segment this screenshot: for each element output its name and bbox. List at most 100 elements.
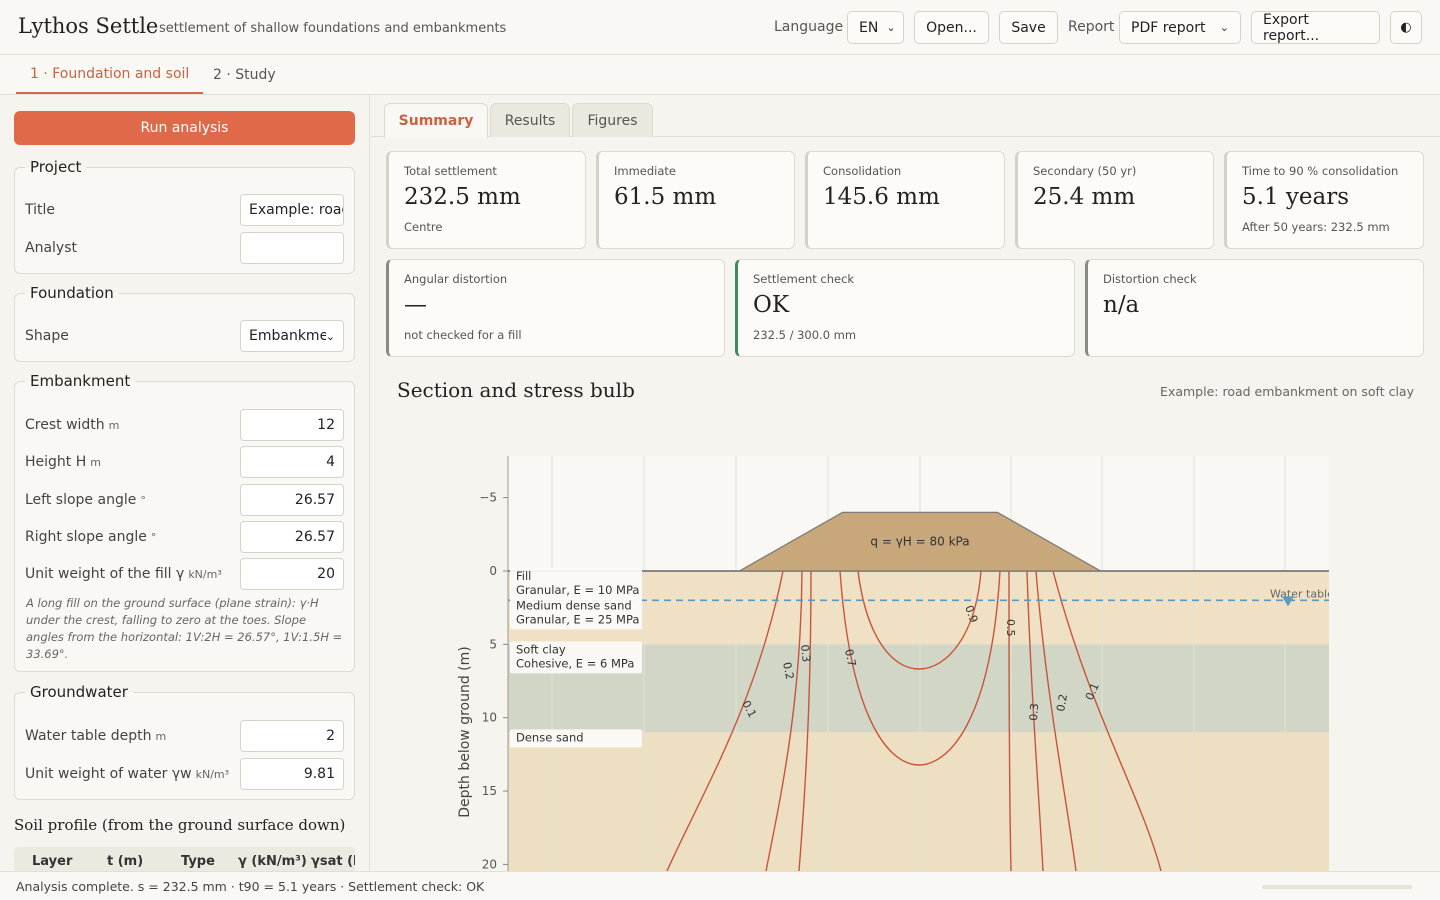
project-legend: Project bbox=[30, 158, 82, 176]
layer-label-text: Medium dense sand bbox=[516, 598, 632, 612]
layer-label-text: Soft clay bbox=[516, 642, 566, 656]
status-bar: Analysis complete. s = 232.5 mm · t90 = … bbox=[0, 871, 1440, 900]
export-report-button[interactable]: Export report... bbox=[1251, 11, 1380, 44]
y-tick-label: −5 bbox=[479, 491, 497, 505]
app-title: Lythos Settle bbox=[18, 14, 159, 38]
fill-unit-weight-unit: kN/m³ bbox=[188, 567, 222, 581]
layer-label-text: Dense sand bbox=[516, 730, 584, 744]
report-value: PDF report bbox=[1131, 19, 1206, 36]
left-slope-label: Left slope angle bbox=[25, 492, 137, 508]
height-input[interactable]: 4 bbox=[240, 446, 344, 478]
shape-label: Shape bbox=[25, 328, 69, 344]
top-tabs: 1 · Foundation and soil 2 · Study bbox=[0, 55, 1440, 95]
progress-fill bbox=[1262, 885, 1412, 889]
crest-width-input[interactable]: 12 bbox=[240, 409, 344, 441]
water-unit-weight-row: Unit weight of water γw kN/m³ 9.81 bbox=[25, 758, 344, 790]
progress-bar bbox=[1262, 885, 1412, 889]
contrast-icon: ◐ bbox=[1400, 20, 1412, 35]
language-value: EN bbox=[859, 19, 879, 36]
layer-label-text: Cohesive, E = 6 MPa bbox=[516, 656, 634, 670]
fill-unit-weight-label: Unit weight of the fill γ bbox=[25, 566, 185, 582]
water-unit-weight-unit: kN/m³ bbox=[195, 767, 230, 781]
section-stress-bulb-chart: 0.1 0.2 0.3 0.7 0.9 0.5 0.3 0.2 0.1 Wate… bbox=[457, 456, 1334, 871]
water-table-label: Water table bbox=[1270, 587, 1334, 600]
analyst-label: Analyst bbox=[25, 240, 77, 256]
shape-row: Shape Embankment ⌄ bbox=[25, 320, 344, 352]
embankment-legend: Embankment bbox=[30, 372, 131, 390]
analyst-row: Analyst bbox=[25, 232, 344, 264]
crest-width-label: Crest width bbox=[25, 417, 105, 433]
water-table-row: Water table depth m 2 bbox=[25, 720, 344, 752]
chevron-down-icon: ⌄ bbox=[886, 21, 896, 34]
layer-label-text: Granular, E = 10 MPa bbox=[516, 583, 639, 597]
sidebar: Run analysis Project Title Example: road… bbox=[0, 95, 370, 871]
groundwater-group: Groundwater Water table depth m 2 Unit w… bbox=[14, 683, 355, 800]
soil-profile-title: Soil profile (from the ground surface do… bbox=[14, 816, 346, 834]
crest-width-unit: m bbox=[108, 418, 120, 432]
tab-study[interactable]: 2 · Study bbox=[199, 55, 290, 94]
layer-label-text: Fill bbox=[516, 569, 531, 583]
run-analysis-button[interactable]: Run analysis bbox=[14, 111, 355, 145]
fill-unit-weight-input[interactable]: 20 bbox=[240, 558, 344, 590]
project-group: Project Title Example: road embankment o… bbox=[14, 158, 355, 274]
language-select[interactable]: EN ⌄ bbox=[847, 11, 904, 44]
title-label: Title bbox=[25, 202, 56, 218]
crest-width-row: Crest width m 12 bbox=[25, 409, 344, 441]
right-slope-input[interactable]: 26.57 bbox=[240, 521, 344, 553]
report-select[interactable]: PDF report ⌄ bbox=[1119, 11, 1241, 44]
app-header: Lythos Settle settlement of shallow foun… bbox=[0, 0, 1440, 55]
main-panel: Summary Results Figures Total settlement… bbox=[371, 95, 1440, 871]
foundation-legend: Foundation bbox=[30, 284, 114, 302]
height-row: Height H m 4 bbox=[25, 446, 344, 478]
soil-profile-table-header: Layer t (m) Type γ (kN/m³) γsat (k bbox=[14, 847, 355, 871]
water-table-input[interactable]: 2 bbox=[240, 720, 344, 752]
left-slope-unit: ° bbox=[140, 493, 146, 507]
report-label: Report bbox=[1068, 19, 1115, 35]
save-button[interactable]: Save bbox=[999, 11, 1058, 44]
open-button[interactable]: Open... bbox=[914, 11, 989, 44]
y-tick-label: 15 bbox=[482, 784, 497, 798]
tab-foundation-and-soil[interactable]: 1 · Foundation and soil bbox=[16, 55, 204, 94]
column-header: Layer bbox=[32, 854, 73, 869]
chevron-down-icon: ⌄ bbox=[325, 329, 335, 343]
column-header: Type bbox=[181, 854, 215, 869]
right-slope-unit: ° bbox=[150, 530, 157, 544]
fill-unit-weight-row: Unit weight of the fill γ kN/m³ 20 bbox=[25, 558, 344, 590]
contour-label: 0.5 bbox=[1004, 619, 1017, 637]
water-unit-weight-input[interactable]: 9.81 bbox=[240, 758, 344, 790]
foundation-group: Foundation Shape Embankment ⌄ bbox=[14, 284, 355, 362]
title-input[interactable]: Example: road embankment on soft clay bbox=[240, 194, 344, 226]
water-table-label: Water table depth bbox=[25, 728, 152, 744]
shape-select[interactable]: Embankment ⌄ bbox=[240, 320, 344, 352]
height-unit: m bbox=[90, 455, 101, 469]
shape-value: Embankment bbox=[249, 328, 326, 344]
load-label: q = γH = 80 kPa bbox=[870, 534, 969, 548]
embankment-note: A long fill on the ground surface (plane… bbox=[26, 596, 343, 661]
embankment-group: Embankment Crest width m 12 Height H m 4… bbox=[14, 372, 355, 672]
y-tick-label: 5 bbox=[489, 637, 497, 651]
water-unit-weight-label: Unit weight of water γw bbox=[25, 766, 192, 782]
chevron-down-icon: ⌄ bbox=[1219, 21, 1229, 34]
left-slope-input[interactable]: 26.57 bbox=[240, 484, 344, 516]
left-slope-row: Left slope angle ° 26.57 bbox=[25, 484, 344, 516]
y-tick-label: 20 bbox=[482, 857, 497, 871]
layer-label-text: Granular, E = 25 MPa bbox=[516, 612, 639, 626]
y-axis-label: Depth below ground (m) bbox=[457, 646, 473, 818]
y-tick-label: 10 bbox=[482, 711, 497, 725]
height-label: Height H bbox=[25, 454, 87, 470]
status-text: Analysis complete. s = 232.5 mm · t90 = … bbox=[16, 879, 485, 894]
groundwater-legend: Groundwater bbox=[30, 683, 128, 701]
theme-toggle-button[interactable]: ◐ bbox=[1390, 11, 1422, 44]
app-subtitle: settlement of shallow foundations and em… bbox=[159, 21, 507, 36]
y-tick-label: 0 bbox=[489, 564, 497, 578]
contour-label: 0.3 bbox=[798, 644, 813, 663]
right-slope-row: Right slope angle ° 26.57 bbox=[25, 521, 344, 553]
contour-label: 0.3 bbox=[1027, 703, 1041, 721]
analyst-input[interactable] bbox=[240, 232, 344, 264]
column-header: γ (kN/m³) bbox=[238, 854, 307, 869]
column-header: t (m) bbox=[107, 854, 144, 869]
water-table-unit: m bbox=[155, 729, 167, 743]
title-row: Title Example: road embankment on soft c… bbox=[25, 194, 344, 226]
right-slope-label: Right slope angle bbox=[25, 529, 147, 545]
column-header: γsat (k bbox=[311, 854, 355, 869]
